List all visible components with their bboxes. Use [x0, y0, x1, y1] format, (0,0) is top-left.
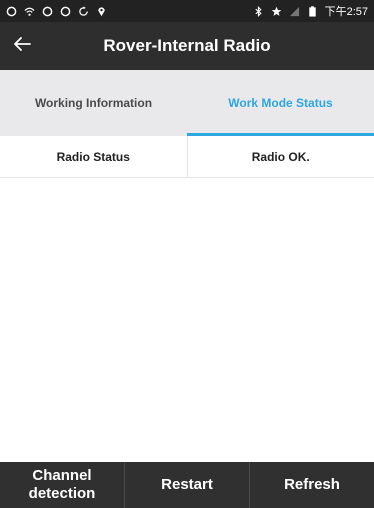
radio-status-value: Radio OK.	[186, 136, 374, 177]
battery-icon	[307, 5, 318, 17]
channel-detection-button[interactable]: Channel detection	[0, 462, 124, 508]
status-time: 下午2:57	[324, 6, 368, 18]
status-bar-left-icons	[6, 5, 107, 17]
tab-work-mode-status[interactable]: Work Mode Status	[187, 70, 374, 136]
tab-bar: Working Information Work Mode Status	[0, 70, 374, 136]
location-icon	[96, 6, 107, 17]
app-bar: Rover-Internal Radio	[0, 22, 374, 70]
app-icon	[42, 6, 53, 17]
sync-icon	[78, 5, 89, 17]
status-bar-right-icons: 下午2:57	[253, 3, 368, 19]
bottom-action-bar: Channel detection Restart Refresh	[0, 462, 374, 508]
radio-status-row: Radio Status Radio OK.	[0, 136, 374, 178]
star-icon	[271, 6, 282, 17]
back-button[interactable]	[0, 22, 44, 70]
page-title: Rover-Internal Radio	[103, 36, 271, 55]
radio-status-label: Radio Status	[56, 149, 130, 164]
restart-button[interactable]: Restart	[124, 462, 249, 508]
signal-icon	[289, 6, 300, 17]
arrow-left-icon	[12, 34, 32, 59]
wifi-icon	[24, 6, 35, 17]
bluetooth-icon	[253, 5, 264, 17]
refresh-button[interactable]: Refresh	[249, 462, 374, 508]
tab-working-information[interactable]: Working Information	[0, 70, 187, 136]
app-icon	[60, 6, 71, 17]
status-bar: 下午2:57	[0, 0, 374, 22]
app-icon	[6, 6, 17, 17]
